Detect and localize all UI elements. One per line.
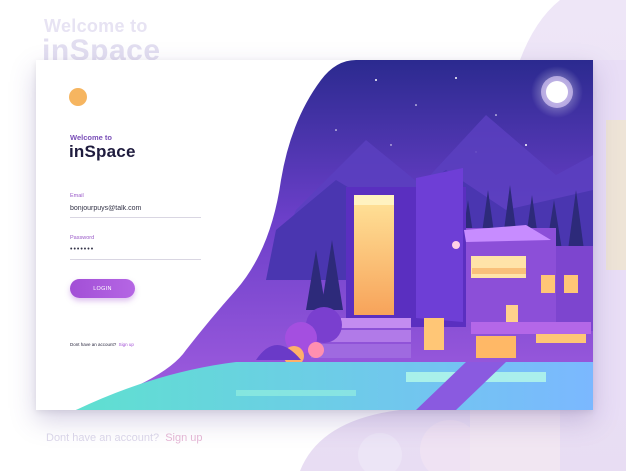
- background-signup-link: Sign up: [165, 432, 203, 444]
- password-field[interactable]: [70, 246, 198, 253]
- email-label: Email: [70, 193, 84, 199]
- email-field[interactable]: [70, 205, 198, 212]
- email-underline: [70, 217, 201, 218]
- background-signup-text: Dont have an account? Sign up: [46, 432, 203, 444]
- password-label: Password: [70, 235, 95, 241]
- login-card: Welcome to inSpace Email Password LOGIN …: [36, 60, 593, 410]
- welcome-heading: Welcome to: [70, 133, 112, 142]
- background-signup-prompt: Dont have an account?: [46, 432, 160, 444]
- signup-text: Dont have an account?: [70, 342, 117, 347]
- sun-dot-icon: [69, 88, 87, 106]
- signup-link[interactable]: Sign up: [119, 342, 134, 347]
- login-button[interactable]: LOGIN: [70, 279, 135, 298]
- signup-prompt: Dont have an account? Sign up: [70, 342, 134, 347]
- night-house-illustration: [76, 60, 593, 410]
- password-underline: [70, 259, 201, 260]
- brand-title: inSpace: [69, 142, 136, 161]
